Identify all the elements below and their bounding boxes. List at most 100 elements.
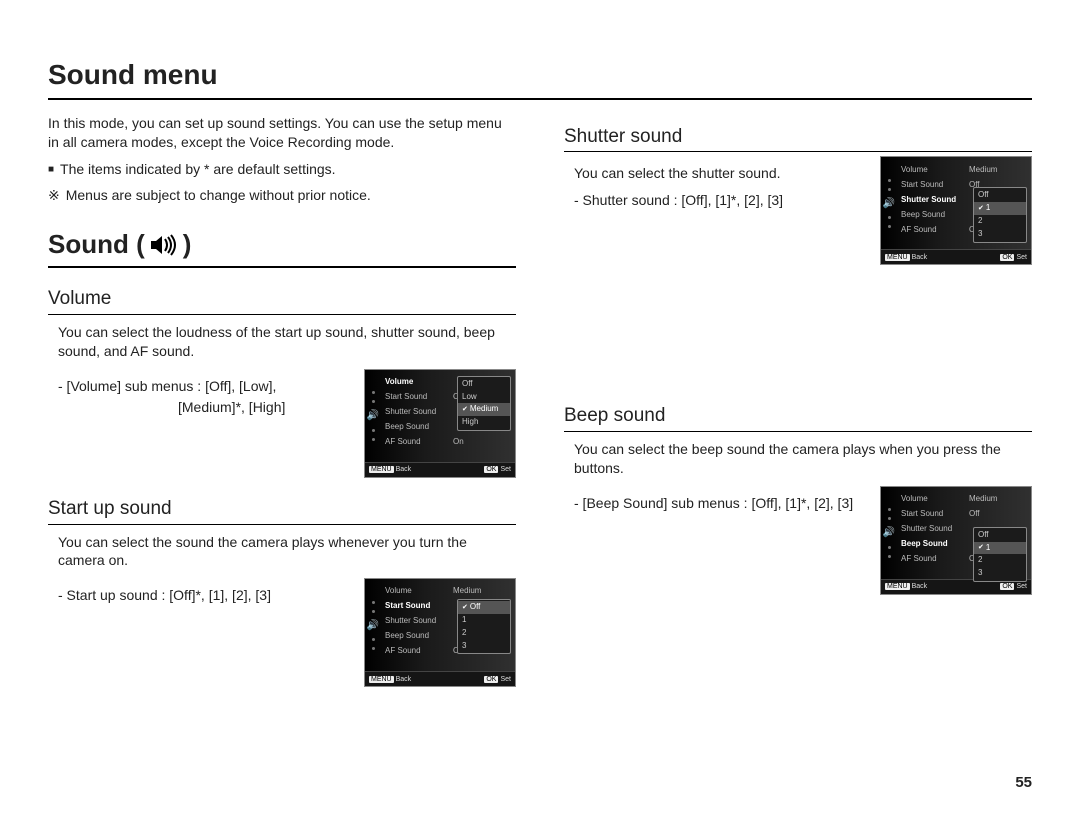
lcd-side-icons: 🔊 xyxy=(881,487,897,579)
lcd-menu-item: Beep Sound xyxy=(383,630,453,643)
shutter-desc: You can select the shutter sound. xyxy=(574,164,862,183)
lcd-value: Off xyxy=(969,508,980,521)
lcd-option: 2 xyxy=(974,215,1026,228)
lcd-footer: MENUBackOKSet xyxy=(881,249,1031,264)
lcd-option-popup: Off123 xyxy=(457,599,511,654)
lcd-option: High xyxy=(458,416,510,429)
beep-heading: Beep sound xyxy=(564,403,1032,432)
lcd-option-popup: OffLowMediumHigh xyxy=(457,376,511,431)
square-bullet-icon: ■ xyxy=(48,160,54,179)
lcd-option: 1 xyxy=(458,614,510,627)
lcd-menu-list: Volume Start Sound Shutter Sound Beep Sound… xyxy=(897,487,969,579)
lcd-option: Medium xyxy=(458,403,510,416)
menu-tag: MENU xyxy=(369,676,394,683)
lcd-menu-item: AF Sound xyxy=(383,436,453,449)
lcd-value: Medium xyxy=(453,585,481,598)
lcd-menu-list: Volume Start Sound Shutter Sound Beep Sound… xyxy=(381,370,453,462)
note-default-text: The items indicated by * are default set… xyxy=(60,160,335,179)
intro-text: In this mode, you can set up sound setti… xyxy=(48,114,516,152)
lcd-menu-item: Beep Sound xyxy=(899,538,969,551)
volume-desc: You can select the loudness of the start… xyxy=(58,323,516,361)
lcd-option: 1 xyxy=(974,542,1026,555)
lcd-value: Medium xyxy=(969,493,997,506)
lcd-menu-item: Volume xyxy=(899,163,969,176)
startup-desc: You can select the sound the camera play… xyxy=(58,533,516,571)
volume-heading: Volume xyxy=(48,286,516,315)
lcd-menu-item: Start Sound xyxy=(899,508,969,521)
lcd-footer: MENUBackOKSet xyxy=(365,462,515,477)
sound-heading: Sound ( ) xyxy=(48,227,516,268)
lcd-screenshot-shutter: 🔊 Volume Start Sound Shutter Sound Beep Soun… xyxy=(880,156,1032,265)
lcd-menu-list: Volume Start Sound Shutter Sound Beep Sound… xyxy=(897,157,969,249)
beep-options-line1: - [Beep Sound] sub menus : [Off], [1]*, … xyxy=(574,494,862,513)
volume-options-line1: - [Volume] sub menus : [Off], [Low], xyxy=(58,377,346,396)
lcd-option-popup: Off123 xyxy=(973,187,1027,242)
lcd-option: 1 xyxy=(974,202,1026,215)
beep-desc: You can select the beep sound the camera… xyxy=(574,440,1032,478)
lcd-option: 3 xyxy=(458,640,510,653)
speaker-icon: 🔊 xyxy=(367,619,379,633)
startup-options-line1: - Start up sound : [Off]*, [1], [2], [3] xyxy=(58,586,346,605)
lcd-menu-item: Shutter Sound xyxy=(383,615,453,628)
lcd-option: 2 xyxy=(458,627,510,640)
lcd-value: Medium xyxy=(969,163,997,176)
lcd-menu-item: Shutter Sound xyxy=(899,193,969,206)
ok-tag: OK xyxy=(1000,583,1014,590)
lcd-side-icons: 🔊 xyxy=(881,157,897,249)
speaker-icon: 🔊 xyxy=(883,526,895,540)
left-column: In this mode, you can set up sound setti… xyxy=(48,106,516,688)
lcd-screenshot-beep: 🔊 Volume Start Sound Shutter Sound Beep Soun… xyxy=(880,486,1032,595)
speaker-icon: 🔊 xyxy=(883,197,895,211)
lcd-menu-item: Beep Sound xyxy=(899,208,969,221)
lcd-menu-item: Start Sound xyxy=(383,600,453,613)
ok-tag: OK xyxy=(1000,254,1014,261)
lcd-option: Off xyxy=(974,189,1026,202)
lcd-side-icons: 🔊 xyxy=(365,370,381,462)
lcd-menu-item: Start Sound xyxy=(383,391,453,404)
lcd-menu-item: AF Sound xyxy=(899,553,969,566)
lcd-menu-item: Volume xyxy=(383,585,453,598)
speaker-icon: 🔊 xyxy=(367,409,379,423)
note-change: ※ Menus are subject to change without pr… xyxy=(48,186,516,205)
lcd-menu-item: Start Sound xyxy=(899,178,969,191)
lcd-option: Off xyxy=(974,529,1026,542)
lcd-menu-list: Volume Start Sound Shutter Sound Beep Sound… xyxy=(381,579,453,671)
lcd-side-icons: 🔊 xyxy=(365,579,381,671)
lcd-option: 3 xyxy=(974,228,1026,241)
volume-options-line2: [Medium]*, [High] xyxy=(58,398,346,417)
menu-tag: MENU xyxy=(885,254,910,261)
page-title: Sound menu xyxy=(48,56,1032,100)
lcd-menu-item: AF Sound xyxy=(383,645,453,658)
lcd-option: Low xyxy=(458,391,510,404)
lcd-screenshot-volume: 🔊 Volume Start Sound Shutter Sound Beep Soun… xyxy=(364,369,516,478)
sound-heading-close: ) xyxy=(183,227,192,262)
menu-tag: MENU xyxy=(885,583,910,590)
lcd-screenshot-startup: 🔊 Volume Start Sound Shutter Sound Beep Soun… xyxy=(364,578,516,687)
lcd-option: Off xyxy=(458,378,510,391)
lcd-menu-item: Shutter Sound xyxy=(383,406,453,419)
lcd-option-popup: Off123 xyxy=(973,527,1027,582)
lcd-value: On xyxy=(453,436,464,449)
startup-heading: Start up sound xyxy=(48,496,516,525)
manual-page: Sound menu In this mode, you can set up … xyxy=(0,0,1080,815)
sound-heading-text: Sound ( xyxy=(48,227,145,262)
ok-tag: OK xyxy=(484,466,498,473)
lcd-menu-item: Beep Sound xyxy=(383,421,453,434)
lcd-menu-item: Volume xyxy=(383,376,453,389)
speaker-icon xyxy=(151,234,177,256)
lcd-option: 2 xyxy=(974,554,1026,567)
shutter-options-line1: - Shutter sound : [Off], [1]*, [2], [3] xyxy=(574,191,862,210)
page-number: 55 xyxy=(1015,773,1032,793)
lcd-menu-item: AF Sound xyxy=(899,223,969,236)
reference-mark-icon: ※ xyxy=(48,186,60,205)
lcd-menu-item: Volume xyxy=(899,493,969,506)
note-change-text: Menus are subject to change without prio… xyxy=(66,186,371,205)
lcd-option: Off xyxy=(458,601,510,614)
lcd-footer: MENUBackOKSet xyxy=(365,671,515,686)
shutter-heading: Shutter sound xyxy=(564,124,1032,153)
right-column: Shutter sound You can select the shutter… xyxy=(564,106,1032,688)
note-default: ■ The items indicated by * are default s… xyxy=(48,160,516,179)
ok-tag: OK xyxy=(484,676,498,683)
lcd-menu-item: Shutter Sound xyxy=(899,523,969,536)
lcd-option: 3 xyxy=(974,567,1026,580)
